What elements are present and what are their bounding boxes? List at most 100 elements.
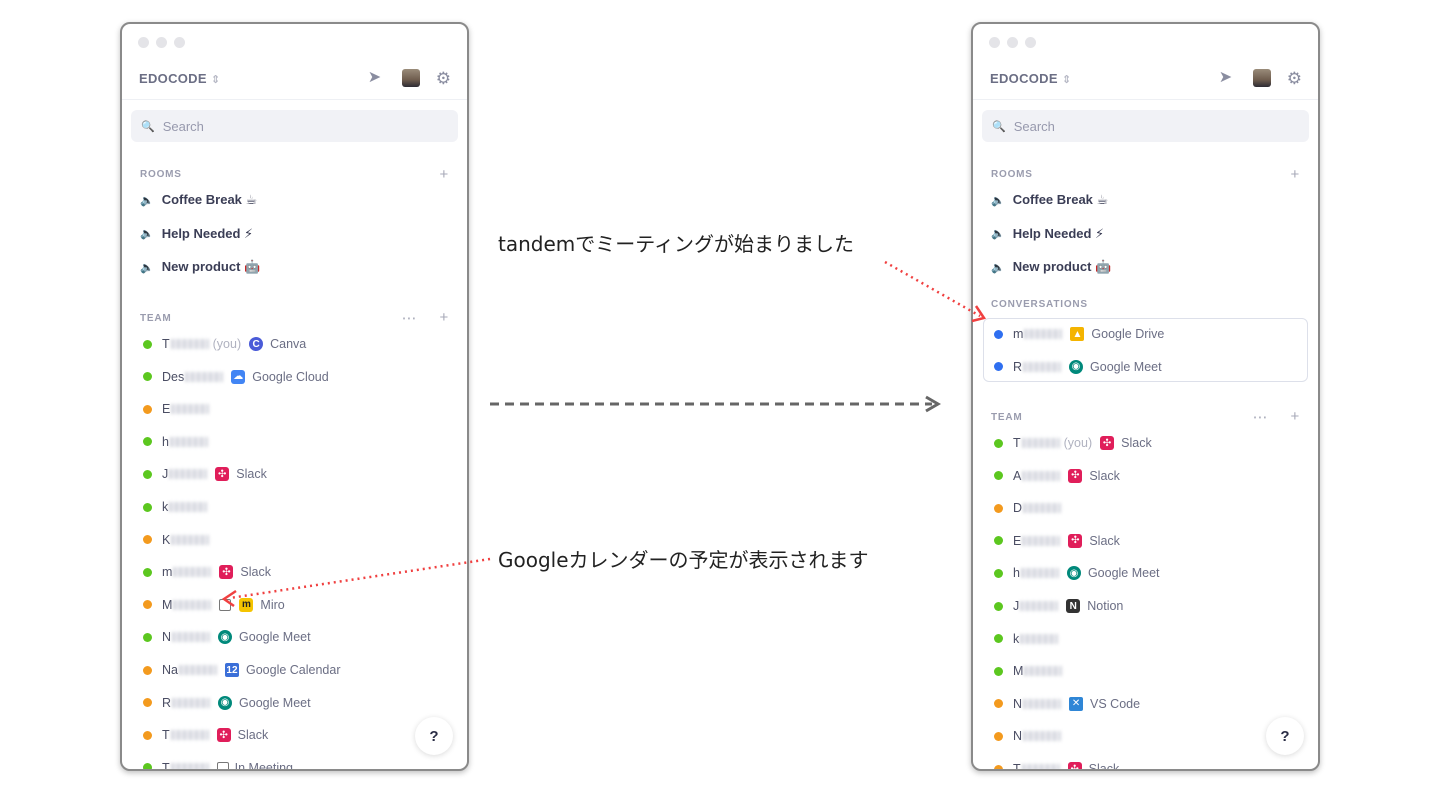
window-control-button[interactable] xyxy=(1007,37,1018,48)
team-member-row[interactable]: T ✣ Slack xyxy=(994,759,1120,771)
window-control-button[interactable] xyxy=(989,37,1000,48)
team-member-row[interactable]: T (you) C Canva xyxy=(143,334,306,354)
search-input[interactable]: 🔍 Search xyxy=(982,110,1309,142)
meet-icon: ◉ xyxy=(1066,566,1081,581)
window-control-button[interactable] xyxy=(174,37,185,48)
status-dot-green xyxy=(994,536,1003,546)
room-item[interactable]: 🔈 Help Needed ⚡ xyxy=(991,226,1104,242)
window-control-button[interactable] xyxy=(138,37,149,48)
team-member-row[interactable]: T (you) ✣ Slack xyxy=(994,433,1152,453)
gear-icon[interactable]: ⚙ xyxy=(436,70,451,87)
app-label: Slack xyxy=(237,728,269,743)
team-member-row[interactable]: Des ☁ Google Cloud xyxy=(143,367,329,387)
team-actions: ⋯ + xyxy=(1253,408,1300,426)
avatar[interactable] xyxy=(1252,69,1271,87)
conversation-item[interactable]: m ▲ Google Drive xyxy=(994,324,1164,344)
blurred-name xyxy=(1024,666,1063,677)
app-label: VS Code xyxy=(1090,696,1141,711)
speaker-icon: 🔈 xyxy=(991,228,1005,240)
status-dot-green xyxy=(143,632,152,642)
blurred-name xyxy=(169,436,208,447)
team-member-row[interactable]: A ✣ Slack xyxy=(994,466,1120,486)
blurred-name xyxy=(172,632,211,643)
window-control-button[interactable] xyxy=(1025,37,1036,48)
team-member-row[interactable]: N ◉ Google Meet xyxy=(143,627,311,647)
team-member-row[interactable]: E ✣ Slack xyxy=(994,531,1120,551)
member-name: R xyxy=(162,695,172,710)
avatar[interactable] xyxy=(401,69,420,87)
room-item[interactable]: 🔈 New product 🤖 xyxy=(140,259,260,275)
miro-icon: m xyxy=(239,597,254,612)
status-dot-green xyxy=(143,502,152,512)
more-icon[interactable]: ⋯ xyxy=(1253,408,1269,426)
team-member-row[interactable]: T ✣ Slack xyxy=(143,725,268,745)
team-member-row[interactable]: M xyxy=(994,661,1063,681)
status-dot-green xyxy=(994,666,1003,676)
search-placeholder: Search xyxy=(162,118,204,134)
team-member-row[interactable]: D xyxy=(994,498,1062,518)
member-name: T xyxy=(162,760,170,771)
rooms-header: ROOMS + xyxy=(140,166,449,183)
app-label: Slack xyxy=(1088,762,1120,771)
team-member-row[interactable]: J N Notion xyxy=(994,596,1123,616)
status-dot-green xyxy=(994,634,1003,644)
room-item[interactable]: 🔈 Coffee Break ☕ xyxy=(140,192,257,208)
blurred-name xyxy=(1023,698,1062,709)
team-member-row[interactable]: h ◉ Google Meet xyxy=(994,563,1160,583)
blurred-name xyxy=(173,599,212,610)
status-dot-green xyxy=(994,568,1003,578)
member-name: Des xyxy=(162,369,185,384)
status-dot-orange xyxy=(994,764,1003,769)
room-item[interactable]: 🔈 Help Needed ⚡ xyxy=(140,226,253,242)
search-input[interactable]: 🔍 Search xyxy=(131,110,458,142)
window-controls xyxy=(138,37,185,48)
send-icon[interactable]: ➤ xyxy=(368,70,386,86)
member-name: D xyxy=(1013,501,1023,516)
team-member-row[interactable]: m ✣ Slack xyxy=(143,562,271,582)
blurred-name xyxy=(170,762,209,769)
team-member-row[interactable]: E xyxy=(143,399,210,419)
team-member-row[interactable]: N ✕ VS Code xyxy=(994,694,1140,714)
add-member-button[interactable]: + xyxy=(1290,408,1300,426)
team-member-row[interactable]: N xyxy=(994,726,1062,746)
meet-icon: ◉ xyxy=(1069,359,1084,374)
workspace-switcher[interactable]: EDOCODE ⇕ xyxy=(139,71,220,86)
more-icon[interactable]: ⋯ xyxy=(402,309,418,327)
room-label: Help Needed ⚡ xyxy=(1012,225,1105,241)
blurred-name xyxy=(169,502,208,512)
room-item[interactable]: 🔈 Coffee Break ☕ xyxy=(991,192,1108,208)
team-member-row[interactable]: J ✣ Slack xyxy=(143,464,267,484)
team-member-row[interactable]: T In Meeting xyxy=(143,758,293,771)
conversations-label: CONVERSATIONS xyxy=(991,299,1088,310)
window-controls xyxy=(989,37,1036,48)
team-member-row[interactable]: Mm Miro xyxy=(143,595,285,615)
header-actions: ➤ ⚙ xyxy=(1219,69,1302,87)
help-button[interactable]: ? xyxy=(415,717,453,755)
window-control-button[interactable] xyxy=(156,37,167,48)
member-name: T xyxy=(1013,762,1021,771)
gdrive-icon: ▲ xyxy=(1070,327,1085,341)
status-dot-green xyxy=(143,763,152,769)
app-label: Slack xyxy=(236,467,267,482)
team-member-row[interactable]: R ◉ Google Meet xyxy=(143,693,311,713)
conversation-item[interactable]: R ◉ Google Meet xyxy=(994,357,1162,377)
team-member-row[interactable]: h xyxy=(143,432,208,452)
workspace-switcher[interactable]: EDOCODE ⇕ xyxy=(990,71,1071,86)
help-button[interactable]: ? xyxy=(1266,717,1304,755)
app-label: Canva xyxy=(270,337,307,351)
team-member-row[interactable]: Na 12 Google Calendar xyxy=(143,660,341,680)
blurred-name xyxy=(1020,568,1059,579)
add-room-button[interactable]: + xyxy=(1290,166,1300,183)
room-item[interactable]: 🔈 New product 🤖 xyxy=(991,259,1111,275)
send-icon[interactable]: ➤ xyxy=(1219,70,1237,86)
team-member-row[interactable]: K xyxy=(143,530,210,550)
team-member-row[interactable]: k xyxy=(143,497,208,517)
add-member-button[interactable]: + xyxy=(439,309,449,327)
status-dot-blue xyxy=(994,329,1003,339)
gear-icon[interactable]: ⚙ xyxy=(1287,70,1302,87)
member-name: N xyxy=(1013,729,1023,744)
add-room-button[interactable]: + xyxy=(439,166,449,183)
team-member-row[interactable]: k xyxy=(994,629,1059,649)
blurred-name xyxy=(178,665,217,675)
notion-icon: N xyxy=(1066,599,1081,613)
